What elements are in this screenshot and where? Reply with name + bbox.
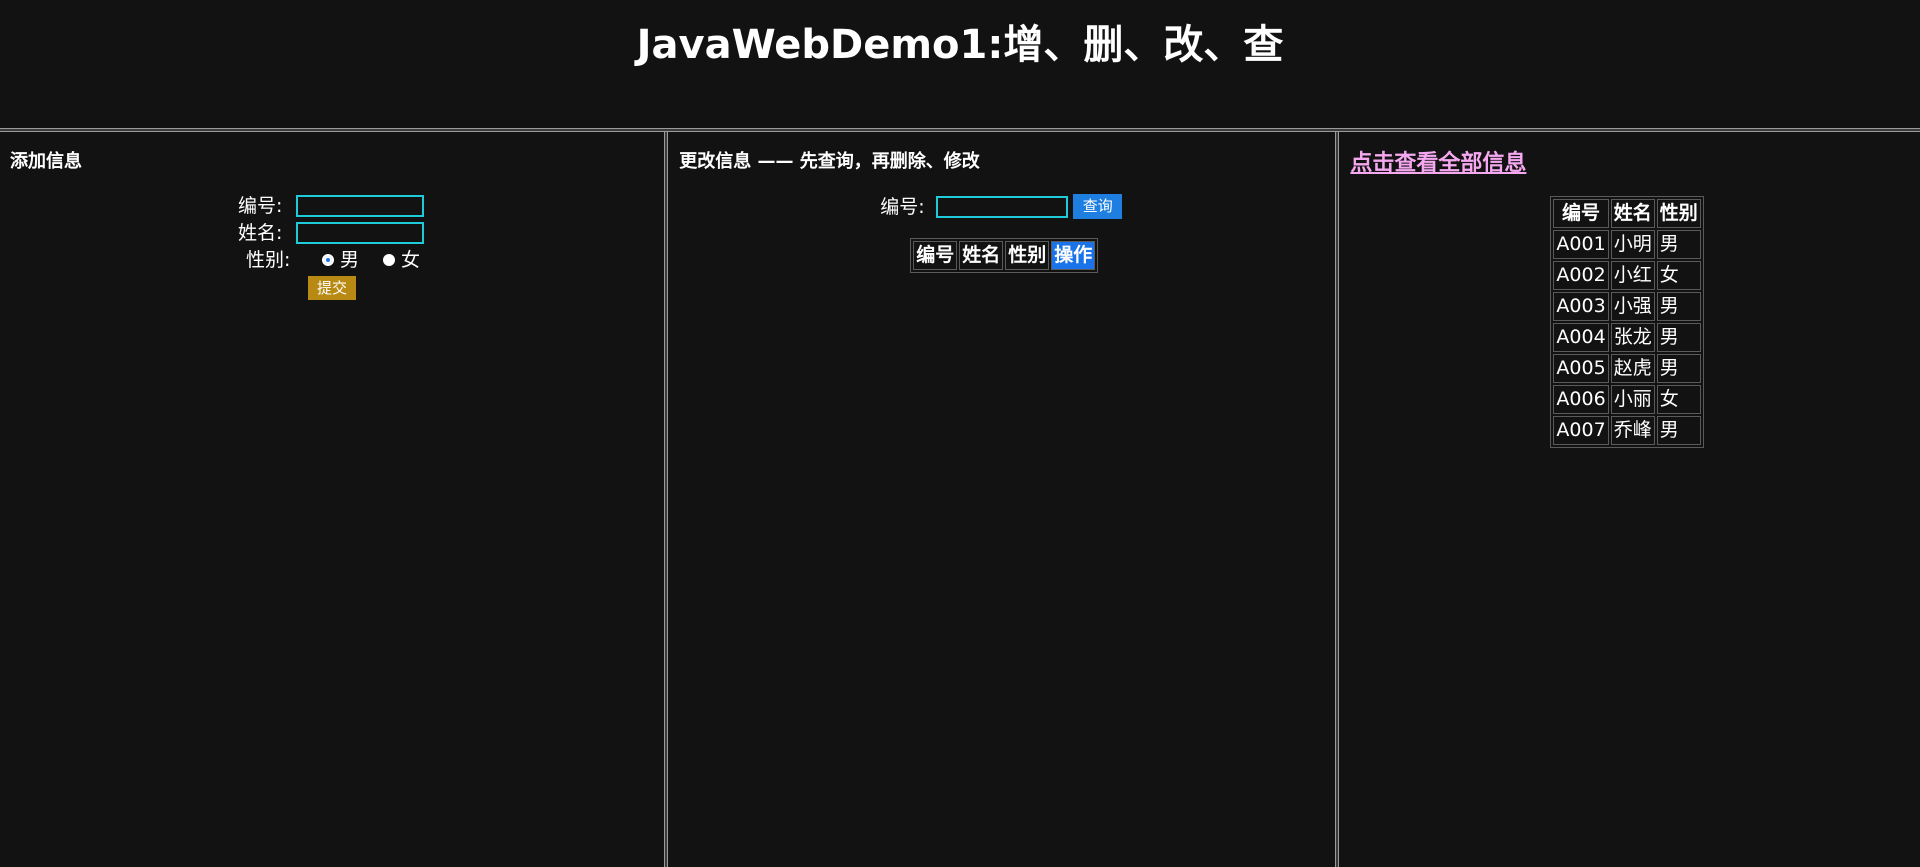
table-row: A003 小强 男 — [1553, 292, 1701, 321]
view-all-link[interactable]: 点击查看全部信息 — [1350, 145, 1526, 177]
edit-result-table: 编号 姓名 性别 操作 — [910, 238, 1099, 273]
cell-name: 乔峰 — [1610, 416, 1655, 445]
gender-male-label: 男 — [340, 249, 360, 271]
cell-id: A005 — [1553, 354, 1609, 383]
table-row: A007 乔峰 男 — [1553, 416, 1701, 445]
cell-id: A004 — [1553, 323, 1609, 352]
cell-name: 小丽 — [1610, 385, 1655, 414]
cell-name: 赵虎 — [1610, 354, 1655, 383]
edit-panel-title: 更改信息 —— 先查询，再删除、修改 — [679, 151, 980, 172]
cell-gender: 女 — [1656, 261, 1701, 290]
table-row: A005 赵虎 男 — [1553, 354, 1701, 383]
all-col-id: 编号 — [1553, 199, 1609, 228]
cell-name: 小红 — [1610, 261, 1655, 290]
gender-row: 性别: — [246, 247, 290, 273]
edit-col-action: 操作 — [1051, 241, 1096, 270]
cell-gender: 女 — [1656, 385, 1701, 414]
edit-id-row: 编号: — [880, 194, 924, 220]
id-label: 编号: — [238, 195, 283, 217]
name-row: 姓名: — [238, 220, 282, 246]
gender-male-option[interactable]: 男 — [322, 247, 359, 273]
table-row: A002 小红 女 — [1553, 261, 1701, 290]
page-title: JavaWebDemo1:增、删、改、查 — [636, 22, 1284, 68]
cell-gender: 男 — [1656, 292, 1701, 321]
gender-female-option[interactable]: 女 — [383, 247, 420, 273]
cell-id: A006 — [1553, 385, 1609, 414]
cell-gender: 男 — [1656, 416, 1701, 445]
name-label: 姓名: — [238, 222, 283, 244]
add-panel-title: 添加信息 — [10, 151, 82, 172]
gender-female-label: 女 — [401, 249, 421, 271]
cell-id: A001 — [1553, 230, 1609, 259]
panels-container: 添加信息 编号: 姓名: 性别: 男 女 提交 更改信息 —— 先查询，再删除、… — [0, 132, 1920, 867]
edit-col-gender: 性别 — [1005, 241, 1050, 270]
cell-name: 小强 — [1610, 292, 1655, 321]
table-row: A001 小明 男 — [1553, 230, 1701, 259]
edit-panel: 更改信息 —— 先查询，再删除、修改 编号: 查询 编号 姓名 性别 操作 — [668, 132, 1335, 867]
edit-table-header-row: 编号 姓名 性别 操作 — [913, 241, 1096, 270]
gender-label: 性别: — [246, 249, 291, 271]
gender-female-radio[interactable] — [383, 253, 395, 266]
add-id-input[interactable] — [296, 195, 424, 217]
edit-col-name: 姓名 — [959, 241, 1004, 270]
id-row: 编号: — [238, 193, 282, 219]
table-row: A006 小丽 女 — [1553, 385, 1701, 414]
query-button[interactable]: 查询 — [1073, 194, 1123, 219]
cell-gender: 男 — [1656, 323, 1701, 352]
cell-name: 张龙 — [1610, 323, 1655, 352]
gender-male-radio[interactable] — [322, 253, 334, 266]
edit-col-id: 编号 — [913, 241, 958, 270]
all-table-header-row: 编号 姓名 性别 — [1553, 199, 1701, 228]
cell-id: A002 — [1553, 261, 1609, 290]
cell-name: 小明 — [1610, 230, 1655, 259]
all-info-table: 编号 姓名 性别 A001 小明 男 A002 小红 女 A003 小强 男 A… — [1550, 196, 1704, 448]
submit-button[interactable]: 提交 — [308, 276, 356, 300]
all-col-gender: 性别 — [1656, 199, 1701, 228]
edit-id-input[interactable] — [936, 196, 1069, 218]
cell-gender: 男 — [1656, 230, 1701, 259]
cell-id: A003 — [1553, 292, 1609, 321]
edit-id-label: 编号: — [880, 196, 925, 218]
table-row: A004 张龙 男 — [1553, 323, 1701, 352]
cell-id: A007 — [1553, 416, 1609, 445]
all-col-name: 姓名 — [1610, 199, 1655, 228]
add-name-input[interactable] — [296, 222, 424, 244]
list-panel: 点击查看全部信息 编号 姓名 性别 A001 小明 男 A002 小红 女 A0… — [1339, 132, 1920, 867]
add-panel: 添加信息 编号: 姓名: 性别: 男 女 提交 — [0, 132, 664, 867]
cell-gender: 男 — [1656, 354, 1701, 383]
page-header: JavaWebDemo1:增、删、改、查 — [0, 0, 1920, 128]
